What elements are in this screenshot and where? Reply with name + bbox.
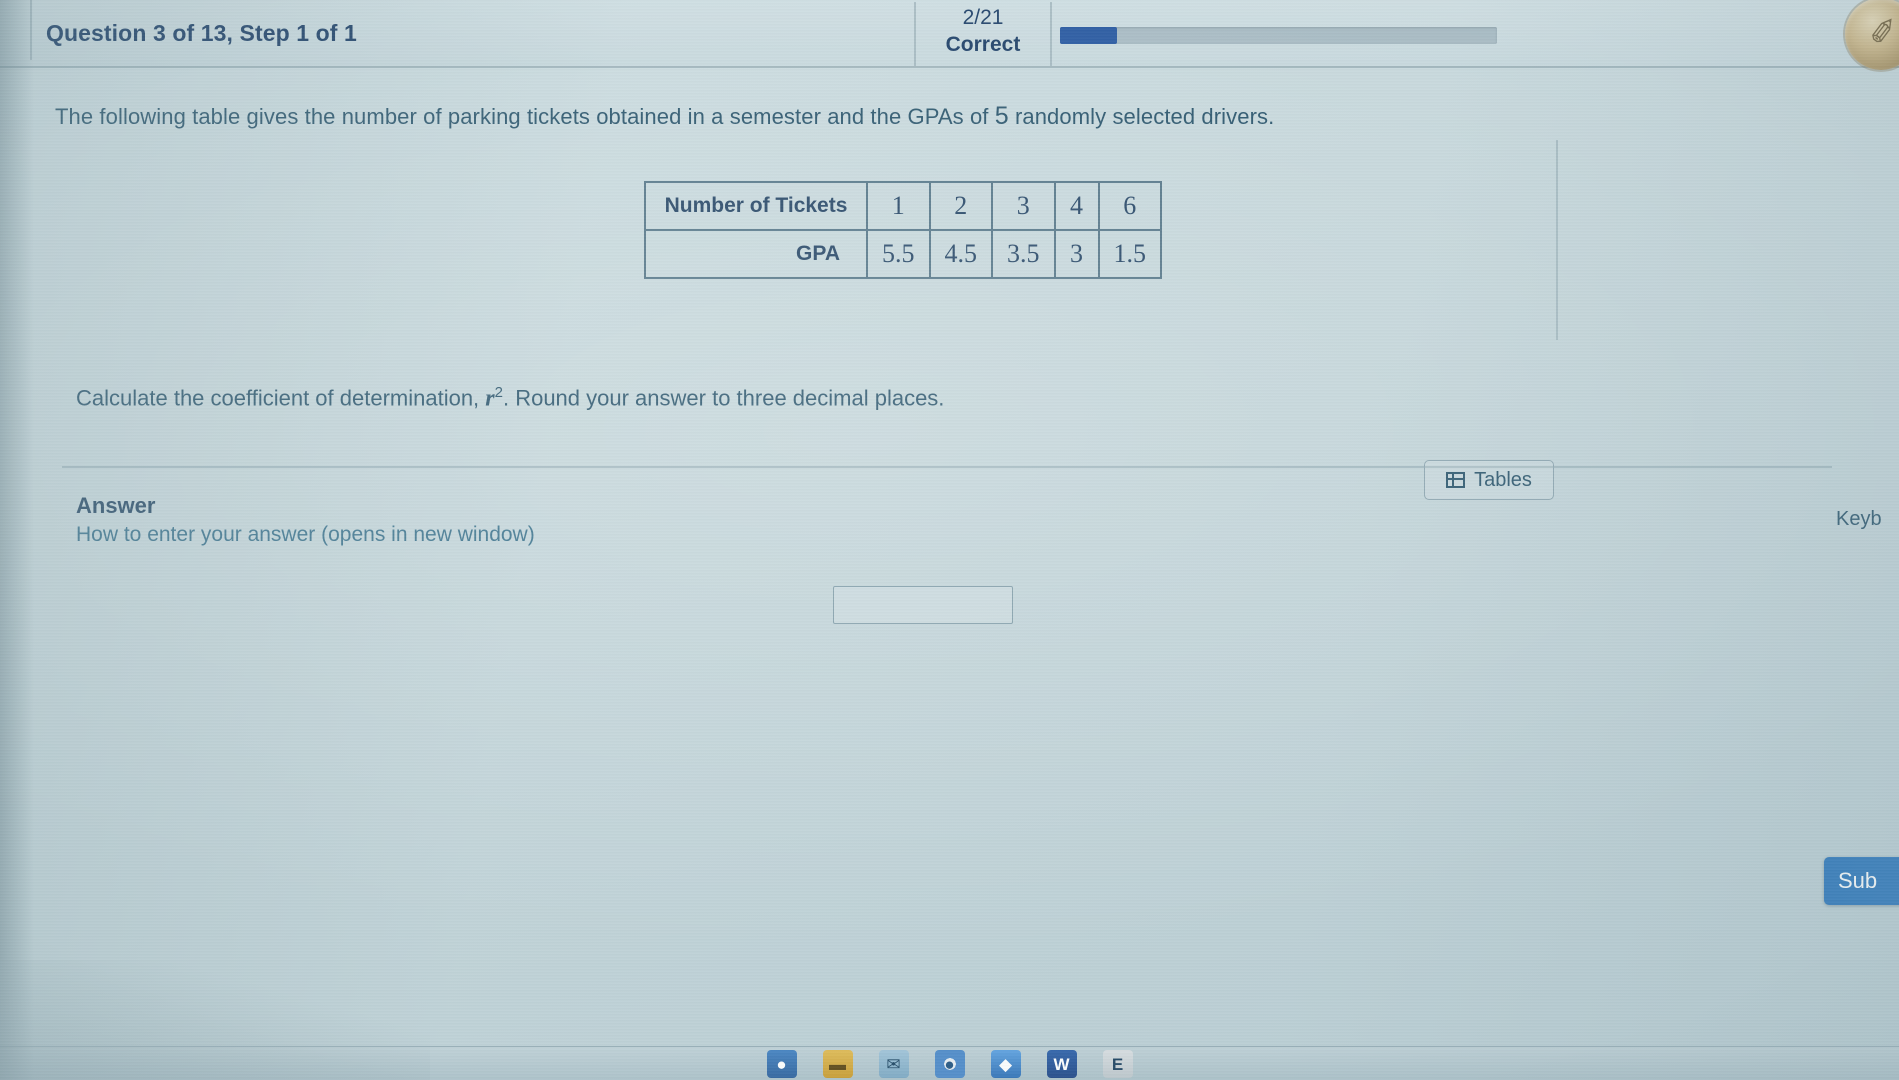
question-sample-size: 5 bbox=[994, 102, 1009, 130]
answer-section-divider bbox=[62, 466, 1832, 468]
row-header-gpa: GPA bbox=[644, 229, 868, 279]
submit-button[interactable]: Sub bbox=[1824, 857, 1899, 905]
gpa-cell-2: 3.5 bbox=[991, 229, 1056, 279]
mail-icon[interactable]: ✉ bbox=[878, 1050, 909, 1078]
question-content-area: The following table gives the number of … bbox=[0, 68, 1899, 1080]
tickets-cell-3: 4 bbox=[1053, 181, 1100, 231]
gpa-cell-0: 5.5 bbox=[866, 229, 931, 279]
table-row-tickets: Number of Tickets 1 2 3 4 6 bbox=[644, 181, 1162, 231]
assessment-app: Question 3 of 13, Step 1 of 1 2/21 Corre… bbox=[0, 0, 1899, 1080]
header-divider-2 bbox=[1050, 2, 1052, 66]
tables-button-label: Tables bbox=[1474, 468, 1532, 491]
prompt-part2: . Round your answer to three decimal pla… bbox=[502, 385, 945, 411]
question-statement-part1: The following table gives the number of … bbox=[55, 104, 995, 129]
header-divider-1 bbox=[914, 2, 916, 66]
question-statement: The following table gives the number of … bbox=[55, 102, 1274, 131]
excel-icon[interactable]: E bbox=[1102, 1050, 1133, 1078]
gpa-cell-4: 1.5 bbox=[1097, 229, 1162, 279]
keyboard-shortcuts-link[interactable]: Keyb bbox=[1836, 508, 1882, 531]
os-taskbar: ● ▬ ✉ ● ◆ W E bbox=[0, 1046, 1899, 1080]
right-panel-edge bbox=[1556, 140, 1558, 340]
submit-button-label: Sub bbox=[1838, 868, 1878, 893]
tickets-cell-0: 1 bbox=[866, 181, 931, 231]
clock-badge-icon[interactable]: ✐ bbox=[1845, 0, 1899, 70]
badge-glyph: ✐ bbox=[1866, 13, 1899, 54]
tickets-cell-2: 3 bbox=[991, 181, 1056, 231]
prompt-variable: r bbox=[485, 385, 495, 412]
page-title: Question 3 of 13, Step 1 of 1 bbox=[46, 20, 357, 46]
row-header-tickets: Number of Tickets bbox=[644, 181, 868, 231]
grid-table-icon bbox=[1446, 472, 1466, 488]
tickets-cell-1: 2 bbox=[928, 181, 993, 231]
score-fraction: 2/21 bbox=[962, 6, 1004, 29]
app-blue-icon[interactable]: ◆ bbox=[990, 1050, 1021, 1078]
gpa-cell-1: 4.5 bbox=[928, 229, 993, 279]
chrome-icon[interactable]: ● bbox=[934, 1050, 965, 1078]
tickets-gpa-table: Number of Tickets 1 2 3 4 6 GPA 5.5 4.5 … bbox=[644, 181, 1162, 279]
word-icon[interactable]: W bbox=[1046, 1050, 1077, 1078]
table-row-gpa: GPA 5.5 4.5 3.5 3 1.5 bbox=[644, 229, 1162, 279]
tables-button[interactable]: Tables bbox=[1424, 460, 1554, 500]
search-icon[interactable]: ● bbox=[766, 1050, 797, 1078]
score-status-label: Correct bbox=[945, 33, 1021, 56]
question-header-bar: Question 3 of 13, Step 1 of 1 2/21 Corre… bbox=[0, 0, 1899, 70]
prompt-part1: Calculate the coefficient of determinati… bbox=[76, 385, 486, 411]
score-summary: 2/21 Correct bbox=[920, 4, 1046, 58]
data-table-container: Number of Tickets 1 2 3 4 6 GPA 5.5 4.5 … bbox=[644, 181, 1162, 279]
how-to-enter-answer-link[interactable]: How to enter your answer (opens in new w… bbox=[76, 523, 535, 547]
question-statement-part2: randomly selected drivers. bbox=[1008, 104, 1275, 129]
header-left-rule bbox=[30, 0, 32, 60]
progress-bar-fill bbox=[1060, 27, 1117, 44]
answer-input[interactable] bbox=[833, 586, 1013, 624]
tickets-cell-4: 6 bbox=[1097, 181, 1162, 231]
answer-heading: Answer bbox=[76, 493, 156, 518]
progress-bar-track bbox=[1060, 27, 1497, 44]
folder-icon[interactable]: ▬ bbox=[822, 1050, 853, 1078]
question-prompt: Calculate the coefficient of determinati… bbox=[76, 384, 944, 412]
gpa-cell-3: 3 bbox=[1053, 229, 1100, 279]
prompt-exponent: 2 bbox=[494, 384, 503, 401]
